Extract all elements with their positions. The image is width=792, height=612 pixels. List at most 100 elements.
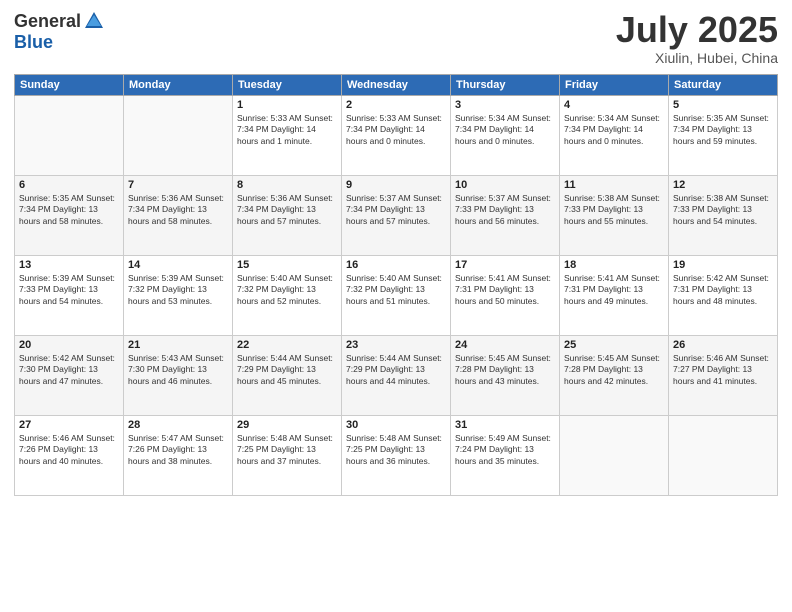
day-number: 7 [128,179,228,191]
day-detail: Sunrise: 5:37 AM Sunset: 7:33 PM Dayligh… [455,193,555,227]
calendar-day-cell: 25 Sunrise: 5:45 AM Sunset: 7:28 PM Dayli… [560,335,669,415]
day-detail: Sunrise: 5:33 AM Sunset: 7:34 PM Dayligh… [237,113,337,147]
calendar-day-cell [15,95,124,175]
calendar-week-row: 20 Sunrise: 5:42 AM Sunset: 7:30 PM Dayli… [15,335,778,415]
calendar-day-cell: 27 Sunrise: 5:46 AM Sunset: 7:26 PM Dayli… [15,415,124,495]
day-detail: Sunrise: 5:40 AM Sunset: 7:32 PM Dayligh… [237,273,337,307]
day-number: 20 [19,339,119,351]
calendar-day-cell: 21 Sunrise: 5:43 AM Sunset: 7:30 PM Dayli… [124,335,233,415]
day-detail: Sunrise: 5:47 AM Sunset: 7:26 PM Dayligh… [128,433,228,467]
day-detail: Sunrise: 5:46 AM Sunset: 7:26 PM Dayligh… [19,433,119,467]
weekday-header-cell: Sunday [15,74,124,95]
calendar-day-cell: 26Sunrise: 5:46 AM Sunset: 7:27 PM Dayli… [669,335,778,415]
day-detail: Sunrise: 5:44 AM Sunset: 7:29 PM Dayligh… [346,353,446,387]
location: Xiulin, Hubei, China [616,50,778,66]
calendar-day-cell: 3Sunrise: 5:34 AM Sunset: 7:34 PM Daylig… [451,95,560,175]
month-title: July 2025 [616,10,778,50]
day-number: 19 [673,259,773,271]
day-detail: Sunrise: 5:45 AM Sunset: 7:28 PM Dayligh… [455,353,555,387]
day-number: 2 [346,99,446,111]
title-block: July 2025 Xiulin, Hubei, China [616,10,778,66]
logo-general-text: General [14,11,81,32]
day-detail: Sunrise: 5:42 AM Sunset: 7:31 PM Dayligh… [673,273,773,307]
day-detail: Sunrise: 5:35 AM Sunset: 7:34 PM Dayligh… [673,113,773,147]
day-detail: Sunrise: 5:36 AM Sunset: 7:34 PM Dayligh… [237,193,337,227]
calendar-day-cell [560,415,669,495]
calendar-day-cell: 31 Sunrise: 5:49 AM Sunset: 7:24 PM Dayli… [451,415,560,495]
weekday-header-cell: Monday [124,74,233,95]
calendar-day-cell: 2 Sunrise: 5:33 AM Sunset: 7:34 PM Daylig… [342,95,451,175]
calendar-day-cell: 17 Sunrise: 5:41 AM Sunset: 7:31 PM Dayli… [451,255,560,335]
day-number: 12 [673,179,773,191]
day-detail: Sunrise: 5:39 AM Sunset: 7:32 PM Dayligh… [128,273,228,307]
day-number: 16 [346,259,446,271]
calendar-day-cell [669,415,778,495]
day-number: 6 [19,179,119,191]
calendar-day-cell: 18Sunrise: 5:41 AM Sunset: 7:31 PM Dayli… [560,255,669,335]
logo: General Blue [14,10,105,53]
weekday-header-cell: Saturday [669,74,778,95]
day-number: 29 [237,419,337,431]
day-number: 11 [564,179,664,191]
day-detail: Sunrise: 5:33 AM Sunset: 7:34 PM Dayligh… [346,113,446,147]
day-number: 21 [128,339,228,351]
day-number: 9 [346,179,446,191]
day-number: 31 [455,419,555,431]
calendar-body: 1 Sunrise: 5:33 AM Sunset: 7:34 PM Daylig… [15,95,778,495]
calendar-day-cell: 19 Sunrise: 5:42 AM Sunset: 7:31 PM Dayli… [669,255,778,335]
calendar-day-cell: 28Sunrise: 5:47 AM Sunset: 7:26 PM Dayli… [124,415,233,495]
day-detail: Sunrise: 5:40 AM Sunset: 7:32 PM Dayligh… [346,273,446,307]
day-detail: Sunrise: 5:42 AM Sunset: 7:30 PM Dayligh… [19,353,119,387]
day-number: 22 [237,339,337,351]
day-number: 17 [455,259,555,271]
day-number: 25 [564,339,664,351]
calendar-day-cell: 13 Sunrise: 5:39 AM Sunset: 7:33 PM Dayli… [15,255,124,335]
calendar-day-cell: 22Sunrise: 5:44 AM Sunset: 7:29 PM Dayli… [233,335,342,415]
day-detail: Sunrise: 5:36 AM Sunset: 7:34 PM Dayligh… [128,193,228,227]
day-detail: Sunrise: 5:43 AM Sunset: 7:30 PM Dayligh… [128,353,228,387]
day-number: 14 [128,259,228,271]
day-detail: Sunrise: 5:41 AM Sunset: 7:31 PM Dayligh… [564,273,664,307]
day-detail: Sunrise: 5:45 AM Sunset: 7:28 PM Dayligh… [564,353,664,387]
calendar-day-cell: 4Sunrise: 5:34 AM Sunset: 7:34 PM Daylig… [560,95,669,175]
calendar-day-cell: 23 Sunrise: 5:44 AM Sunset: 7:29 PM Dayli… [342,335,451,415]
day-number: 27 [19,419,119,431]
logo-icon [83,10,105,32]
calendar-week-row: 27 Sunrise: 5:46 AM Sunset: 7:26 PM Dayli… [15,415,778,495]
day-number: 30 [346,419,446,431]
calendar-day-cell: 9Sunrise: 5:37 AM Sunset: 7:34 PM Daylig… [342,175,451,255]
day-detail: Sunrise: 5:49 AM Sunset: 7:24 PM Dayligh… [455,433,555,467]
day-number: 5 [673,99,773,111]
day-number: 3 [455,99,555,111]
day-number: 8 [237,179,337,191]
weekday-header-cell: Friday [560,74,669,95]
weekday-header-cell: Thursday [451,74,560,95]
weekday-header-row: SundayMondayTuesdayWednesdayThursdayFrid… [15,74,778,95]
day-detail: Sunrise: 5:38 AM Sunset: 7:33 PM Dayligh… [564,193,664,227]
calendar-week-row: 13 Sunrise: 5:39 AM Sunset: 7:33 PM Dayli… [15,255,778,335]
weekday-header-cell: Tuesday [233,74,342,95]
calendar-day-cell: 15Sunrise: 5:40 AM Sunset: 7:32 PM Dayli… [233,255,342,335]
calendar-day-cell: 16 Sunrise: 5:40 AM Sunset: 7:32 PM Dayli… [342,255,451,335]
day-number: 1 [237,99,337,111]
calendar-week-row: 6Sunrise: 5:35 AM Sunset: 7:34 PM Daylig… [15,175,778,255]
day-detail: Sunrise: 5:48 AM Sunset: 7:25 PM Dayligh… [346,433,446,467]
calendar-day-cell: 30 Sunrise: 5:48 AM Sunset: 7:25 PM Dayli… [342,415,451,495]
day-number: 13 [19,259,119,271]
calendar-day-cell: 10 Sunrise: 5:37 AM Sunset: 7:33 PM Dayli… [451,175,560,255]
day-detail: Sunrise: 5:39 AM Sunset: 7:33 PM Dayligh… [19,273,119,307]
weekday-header-cell: Wednesday [342,74,451,95]
day-number: 23 [346,339,446,351]
header: General Blue July 2025 Xiulin, Hubei, Ch… [14,10,778,66]
day-detail: Sunrise: 5:41 AM Sunset: 7:31 PM Dayligh… [455,273,555,307]
calendar-day-cell: 14 Sunrise: 5:39 AM Sunset: 7:32 PM Dayli… [124,255,233,335]
day-number: 10 [455,179,555,191]
day-detail: Sunrise: 5:34 AM Sunset: 7:34 PM Dayligh… [564,113,664,147]
day-number: 24 [455,339,555,351]
calendar-day-cell: 1 Sunrise: 5:33 AM Sunset: 7:34 PM Daylig… [233,95,342,175]
logo-blue-text: Blue [14,32,53,53]
calendar-day-cell: 7 Sunrise: 5:36 AM Sunset: 7:34 PM Daylig… [124,175,233,255]
calendar-day-cell: 24 Sunrise: 5:45 AM Sunset: 7:28 PM Dayli… [451,335,560,415]
calendar-day-cell: 20 Sunrise: 5:42 AM Sunset: 7:30 PM Dayli… [15,335,124,415]
calendar-day-cell: 5 Sunrise: 5:35 AM Sunset: 7:34 PM Daylig… [669,95,778,175]
